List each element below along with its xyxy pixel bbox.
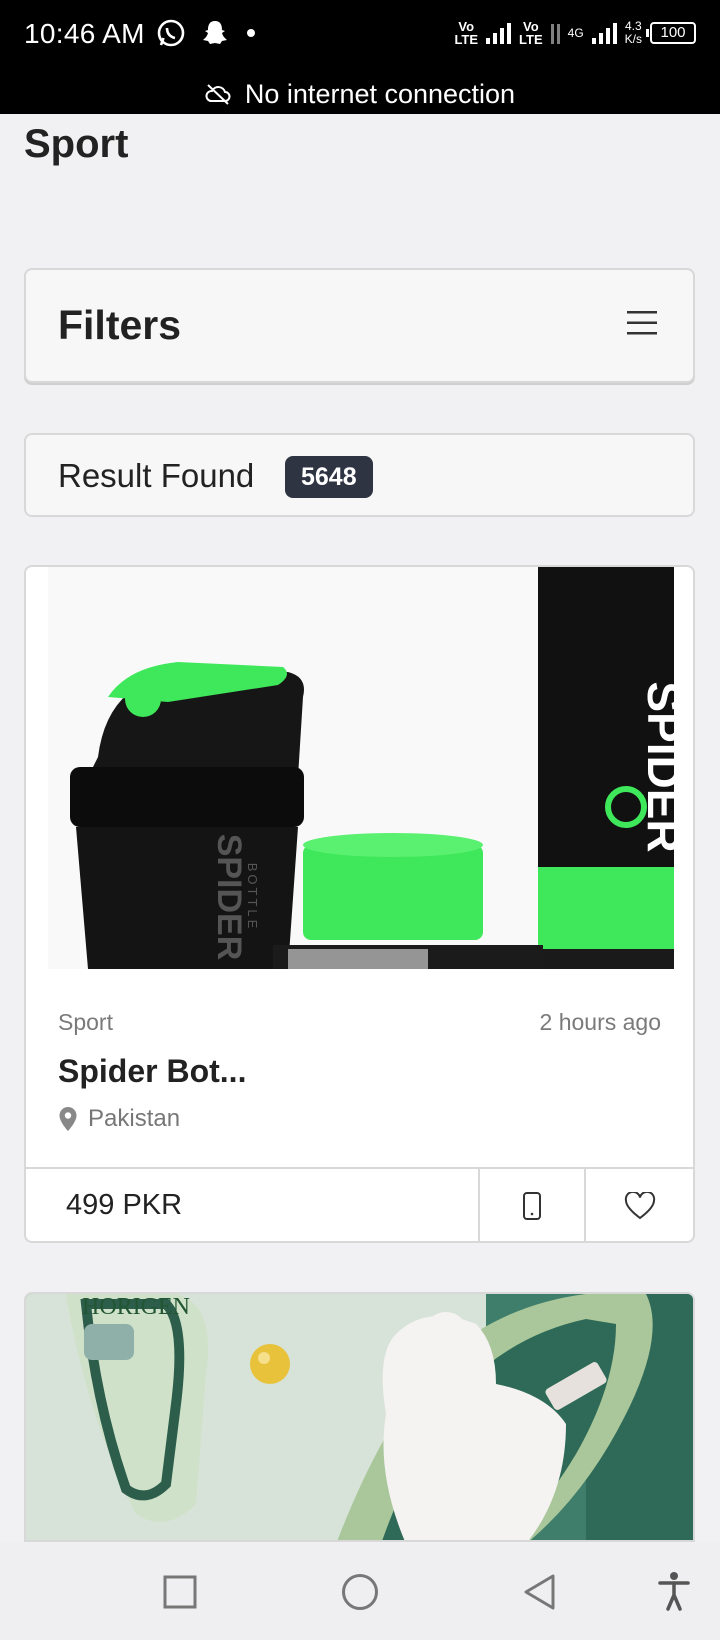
whatsapp-icon bbox=[157, 19, 185, 47]
phone-icon bbox=[523, 1192, 541, 1220]
listing-price: 499 PKR bbox=[66, 1189, 183, 1221]
network-label: 4G bbox=[567, 25, 584, 40]
bottle-brand-sub: BOTTLE bbox=[245, 863, 260, 932]
call-button[interactable] bbox=[478, 1169, 584, 1241]
battery-icon: 100 bbox=[646, 22, 696, 44]
bottle-brand-small: SPIDER bbox=[210, 834, 248, 961]
signal-icon bbox=[486, 22, 512, 44]
system-nav-bar bbox=[0, 1543, 720, 1640]
favorite-button[interactable] bbox=[584, 1169, 693, 1241]
back-icon[interactable] bbox=[522, 1573, 556, 1611]
network-speed: 4.3 K/s bbox=[625, 20, 642, 46]
location-text: Pakistan bbox=[88, 1105, 181, 1132]
speed-unit: K/s bbox=[624, 32, 642, 46]
recent-apps-icon[interactable] bbox=[163, 1575, 197, 1609]
cloud-off-icon bbox=[205, 84, 231, 105]
offline-text: No internet connection bbox=[244, 78, 516, 109]
dot-icon bbox=[247, 29, 255, 37]
notification-icons bbox=[156, 18, 258, 48]
network-type: 4G bbox=[567, 25, 584, 40]
filters-title: Filters bbox=[58, 302, 182, 348]
hamburger-menu-icon[interactable] bbox=[627, 310, 657, 336]
offline-banner: No internet connection bbox=[0, 74, 720, 114]
product-image-2[interactable] bbox=[26, 1294, 695, 1542]
status-bar: 10:46 AM Vo LTE Vo LTE 4G 4.3 K/s 100 bbox=[0, 0, 720, 74]
snapchat-icon bbox=[203, 21, 227, 44]
volte-icon: Vo LTE bbox=[454, 19, 479, 47]
result-count-bar: Result Found 5648 bbox=[24, 433, 695, 517]
data-arrows-icon bbox=[550, 22, 560, 44]
heart-icon bbox=[624, 1192, 655, 1220]
product-image[interactable]: SPIDER SPIDER BOTTLE bbox=[48, 567, 674, 969]
page-title: Sport bbox=[24, 122, 129, 166]
accessibility-icon[interactable] bbox=[657, 1571, 691, 1611]
status-time: 10:46 AM bbox=[24, 18, 145, 49]
listing-title[interactable]: Spider Bot... bbox=[58, 1053, 246, 1090]
signal-icon bbox=[591, 22, 617, 44]
product-brand-2: HORIGEN bbox=[82, 1294, 190, 1320]
home-icon[interactable] bbox=[341, 1573, 379, 1611]
result-label: Result Found bbox=[58, 457, 255, 494]
listing-footer: 499 PKR bbox=[26, 1167, 693, 1241]
listing-category: Sport bbox=[58, 1009, 113, 1035]
result-count-badge: 5648 bbox=[285, 456, 373, 498]
listing-location: Pakistan bbox=[58, 1105, 180, 1133]
system-icons: Vo LTE Vo LTE 4G 4.3 K/s 100 bbox=[454, 20, 696, 46]
bottle-brand-large: SPIDER bbox=[638, 681, 674, 852]
listing-card[interactable]: SPIDER SPIDER BOTTLE Sport 2 hours ago S… bbox=[24, 565, 695, 1243]
listing-time: 2 hours ago bbox=[539, 1009, 661, 1035]
volte-icon: Vo LTE bbox=[519, 19, 543, 47]
filters-panel[interactable]: Filters bbox=[24, 268, 695, 383]
listing-card-2[interactable]: HORIGEN bbox=[24, 1292, 695, 1542]
location-pin-icon bbox=[59, 1107, 77, 1131]
